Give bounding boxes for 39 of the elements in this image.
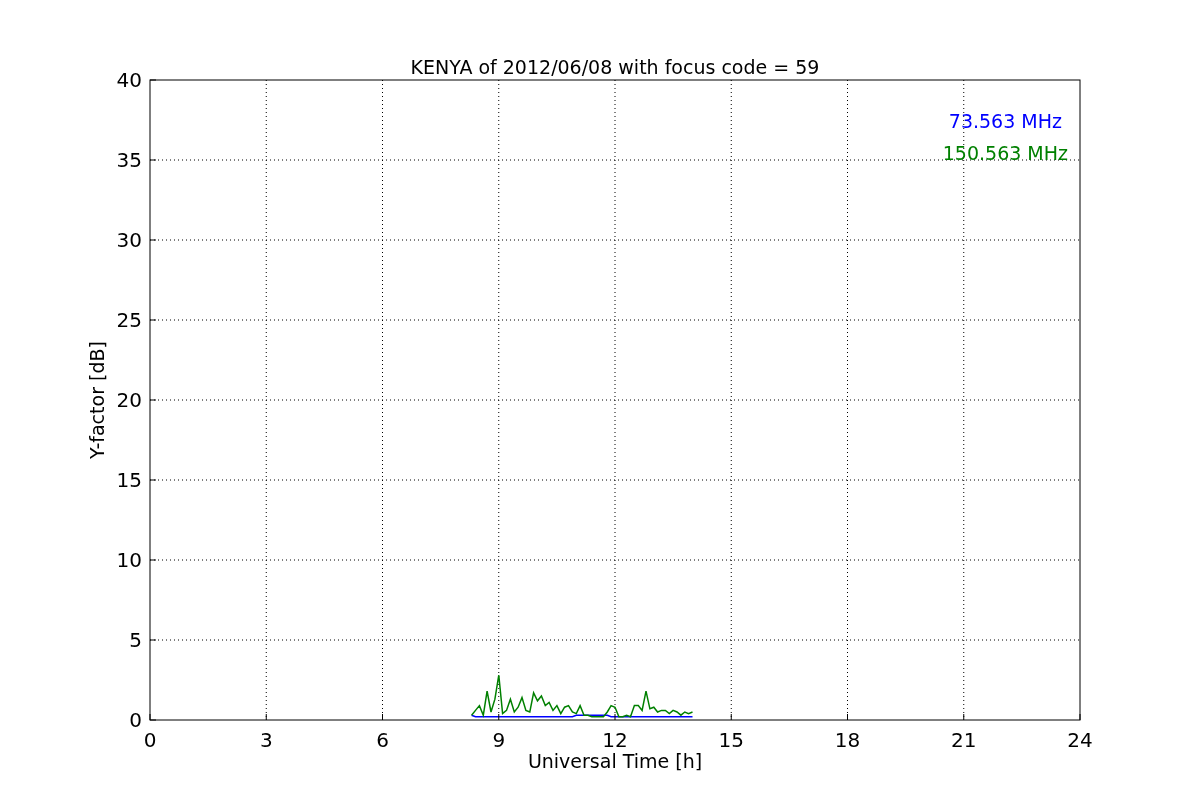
- tick-mark: [149, 159, 157, 161]
- legend-label: 150.563 MHz: [942, 142, 1068, 164]
- tick-mark: [149, 239, 157, 241]
- x-tick-label: 15: [718, 728, 744, 752]
- tick-mark: [149, 639, 157, 641]
- x-tick-label: 6: [376, 728, 389, 752]
- x-tick-label: 21: [951, 728, 977, 752]
- x-axis-label: Universal Time [h]: [527, 750, 703, 772]
- tick-mark: [847, 713, 848, 721]
- y-tick-label: 30: [116, 228, 142, 252]
- y-tick-label: 0: [129, 708, 142, 732]
- tick-mark: [382, 713, 383, 721]
- x-tick-label: 18: [834, 728, 861, 752]
- x-tick-label: 24: [1067, 728, 1093, 752]
- x-tick-label: 9: [492, 728, 506, 752]
- legend-label: 73.563 MHz: [948, 110, 1062, 132]
- tick-mark: [149, 79, 157, 81]
- tick-mark: [614, 713, 616, 721]
- x-tick-label: 12: [602, 728, 628, 752]
- chart-title: KENYA of 2012/06/08 with focus code = 59: [410, 56, 820, 78]
- tick-mark: [149, 559, 157, 561]
- tick-mark: [963, 713, 965, 721]
- tick-mark: [730, 713, 732, 721]
- tick-mark: [1079, 713, 1081, 721]
- y-tick-label: 20: [116, 388, 142, 412]
- tick-mark: [265, 713, 267, 721]
- tick-mark: [149, 319, 157, 321]
- x-tick-label: 0: [143, 728, 157, 752]
- y-tick-label: 25: [116, 308, 142, 332]
- y-tick-label: 10: [116, 548, 142, 572]
- tick-mark: [498, 713, 500, 721]
- y-tick-label: 35: [116, 148, 142, 172]
- y-axis-label: Y-factor [dB]: [86, 341, 108, 459]
- y-tick-label: 15: [116, 468, 142, 492]
- y-tick-label: 5: [129, 628, 142, 652]
- x-tick-label: 3: [259, 728, 273, 752]
- tick-mark: [149, 399, 157, 401]
- y-tick-label: 40: [116, 68, 142, 92]
- tick-mark: [149, 479, 157, 481]
